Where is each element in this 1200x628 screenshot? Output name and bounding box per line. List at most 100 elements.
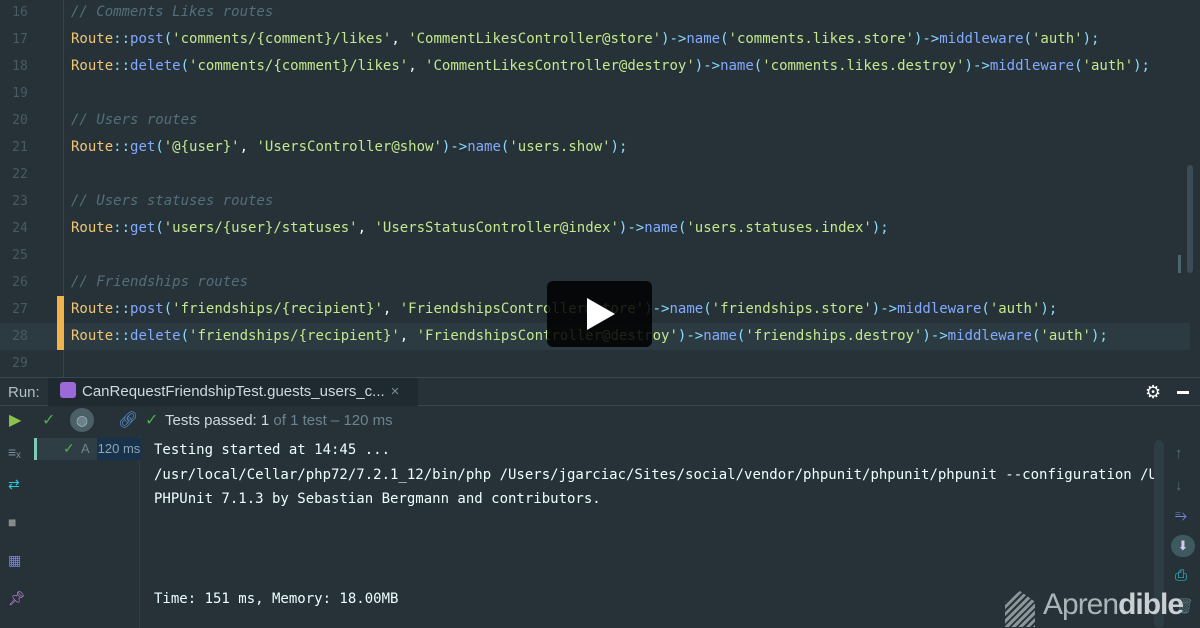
- arrow-down-icon[interactable]: ↓: [1175, 477, 1183, 494]
- code-line[interactable]: 23 // Users statuses routes: [0, 188, 1190, 215]
- code-token: (: [180, 328, 190, 344]
- tests-status: Tests passed: 1 of 1 test – 120 ms: [165, 412, 393, 429]
- code-editor[interactable]: 16// Comments Likes routes 17 Route::post(…: [0, 0, 1200, 377]
- code-token: 'auth': [989, 301, 1041, 317]
- code-token: // Comments Likes routes: [71, 4, 274, 20]
- line-number: 25: [12, 248, 28, 263]
- code-token: );: [1082, 31, 1100, 47]
- code-token: post: [130, 301, 164, 317]
- pin-icon[interactable]: 📌︎: [8, 590, 26, 607]
- code-token: ,: [239, 139, 257, 155]
- rerun-icon[interactable]: ▶: [9, 410, 21, 430]
- code-token: )->: [694, 58, 721, 74]
- code-token: 'comments/{comment}/likes': [189, 58, 409, 74]
- line-number: 17: [12, 32, 28, 47]
- code-token: // Users statuses routes: [71, 193, 274, 209]
- close-tab-icon[interactable]: ×: [391, 383, 400, 400]
- code-token: Route: [71, 31, 114, 47]
- code-line[interactable]: 29: [0, 350, 1190, 377]
- run-tab-label: CanRequestFriendshipTest.guests_users_c.…: [82, 383, 385, 400]
- code-line[interactable]: 21 Route::get('@{user}', 'UsersController…: [0, 134, 1190, 161]
- line-number: 28: [12, 329, 28, 344]
- test-duration: 120 ms: [97, 438, 141, 460]
- code-token: 'comments/{comment}/likes': [172, 31, 392, 47]
- code-token: )->: [871, 301, 898, 317]
- line-number: 24: [12, 221, 28, 236]
- clear-icon[interactable]: ≡ₓ: [8, 444, 21, 460]
- code-token: (: [703, 301, 712, 317]
- code-token: 'friendships.store': [711, 301, 872, 317]
- run-side-toolbar: ≡ₓ ⇄ ■ ▦ 📌︎: [0, 436, 30, 628]
- code-token: 'comments.likes.store': [728, 31, 914, 47]
- code-token: 'friendships/{recipient}': [189, 328, 400, 344]
- layout-icon[interactable]: ▦: [8, 552, 21, 569]
- scroll-marker: [1178, 255, 1181, 273]
- toggle-icon[interactable]: ⇄: [8, 476, 20, 493]
- code-line[interactable]: 20 // Users routes: [0, 107, 1190, 134]
- console-line: Testing started at 14:45 ...: [154, 442, 391, 458]
- line-number: 20: [12, 113, 28, 128]
- stop-icon[interactable]: ■: [8, 514, 16, 530]
- code-token: middleware: [939, 31, 1024, 47]
- code-text: // Friendships routes: [71, 269, 248, 296]
- run-tab[interactable]: CanRequestFriendshipTest.guests_users_c.…: [48, 378, 418, 406]
- code-line[interactable]: 17 Route::post('comments/{comment}/likes'…: [0, 26, 1190, 53]
- editor-scrollbar[interactable]: [1187, 165, 1193, 273]
- soft-wrap-icon[interactable]: ⥱: [1175, 507, 1187, 524]
- line-number: 23: [12, 194, 28, 209]
- line-number: 29: [12, 356, 28, 371]
- code-token: )->: [661, 31, 687, 47]
- code-token: )->: [618, 220, 645, 236]
- code-token: // Friendships routes: [71, 274, 249, 290]
- line-number: 18: [12, 59, 28, 74]
- code-token: 'friendships/{recipient}': [172, 301, 383, 317]
- code-token: middleware: [989, 58, 1075, 74]
- code-token: Route: [71, 301, 114, 317]
- passed-check-icon: ✓: [63, 440, 75, 456]
- video-play-button[interactable]: [547, 281, 652, 347]
- show-passed-icon[interactable]: ✓: [42, 410, 55, 430]
- console-line: Time: 151 ms, Memory: 18.00MB: [154, 591, 399, 607]
- code-token: middleware: [897, 301, 982, 317]
- run-label: Run:: [8, 384, 40, 401]
- code-line[interactable]: 24 Route::get('users/{user}/statuses', 'U…: [0, 215, 1190, 242]
- aprendible-watermark: Aprendible: [1043, 588, 1184, 621]
- code-token: ::: [113, 58, 131, 74]
- code-token: (: [163, 301, 173, 317]
- code-token: )->: [913, 31, 940, 47]
- code-line[interactable]: 16 // Comments Likes routes: [0, 0, 1190, 26]
- code-text: // Users routes: [71, 107, 197, 134]
- code-line[interactable]: 19: [0, 80, 1190, 107]
- line-number: 16: [12, 5, 28, 20]
- code-token: 'UsersStatusController@index': [374, 220, 619, 236]
- code-text: // Comments Likes routes: [71, 0, 273, 26]
- console-output[interactable]: Testing started at 14:45 ... /usr/local/…: [154, 440, 1154, 607]
- code-text: // Users statuses routes: [71, 188, 273, 215]
- gear-icon[interactable]: ⚙: [1145, 382, 1161, 403]
- code-text: Route::post('comments/{comment}/likes', …: [71, 26, 1099, 53]
- code-line[interactable]: 18 Route::delete('comments/{comment}/like…: [0, 53, 1190, 80]
- arrow-up-icon[interactable]: ↑: [1175, 445, 1183, 462]
- code-token: )->: [677, 328, 704, 344]
- show-ignored-icon[interactable]: ◍: [70, 408, 94, 432]
- code-token: get: [130, 220, 156, 236]
- phpunit-icon: [60, 382, 76, 398]
- code-token: (: [155, 220, 164, 236]
- run-toolbar: ▶ ✓ ◍ 🔗︎ ✓ Tests passed: 1 of 1 test – 1…: [0, 406, 1200, 436]
- link-icon[interactable]: 🔗︎: [118, 410, 138, 430]
- code-line[interactable]: 22: [0, 161, 1190, 188]
- code-token: delete: [130, 58, 181, 74]
- code-token: )->: [922, 328, 948, 344]
- scroll-to-end-icon[interactable]: ⬇: [1171, 535, 1195, 557]
- code-line[interactable]: 25: [0, 242, 1190, 269]
- code-token: ,: [399, 328, 417, 344]
- code-token: (: [753, 58, 763, 74]
- test-tree-item[interactable]: ✓ A 120 ms: [34, 438, 141, 460]
- code-token: Route: [71, 328, 114, 344]
- change-marker: [57, 296, 64, 323]
- code-token: 'users/{user}/statuses': [163, 220, 358, 236]
- minimize-icon[interactable]: [1177, 391, 1189, 394]
- code-token: ,: [382, 301, 400, 317]
- code-token: )->: [964, 58, 990, 74]
- print-icon[interactable]: ⎙: [1175, 567, 1187, 584]
